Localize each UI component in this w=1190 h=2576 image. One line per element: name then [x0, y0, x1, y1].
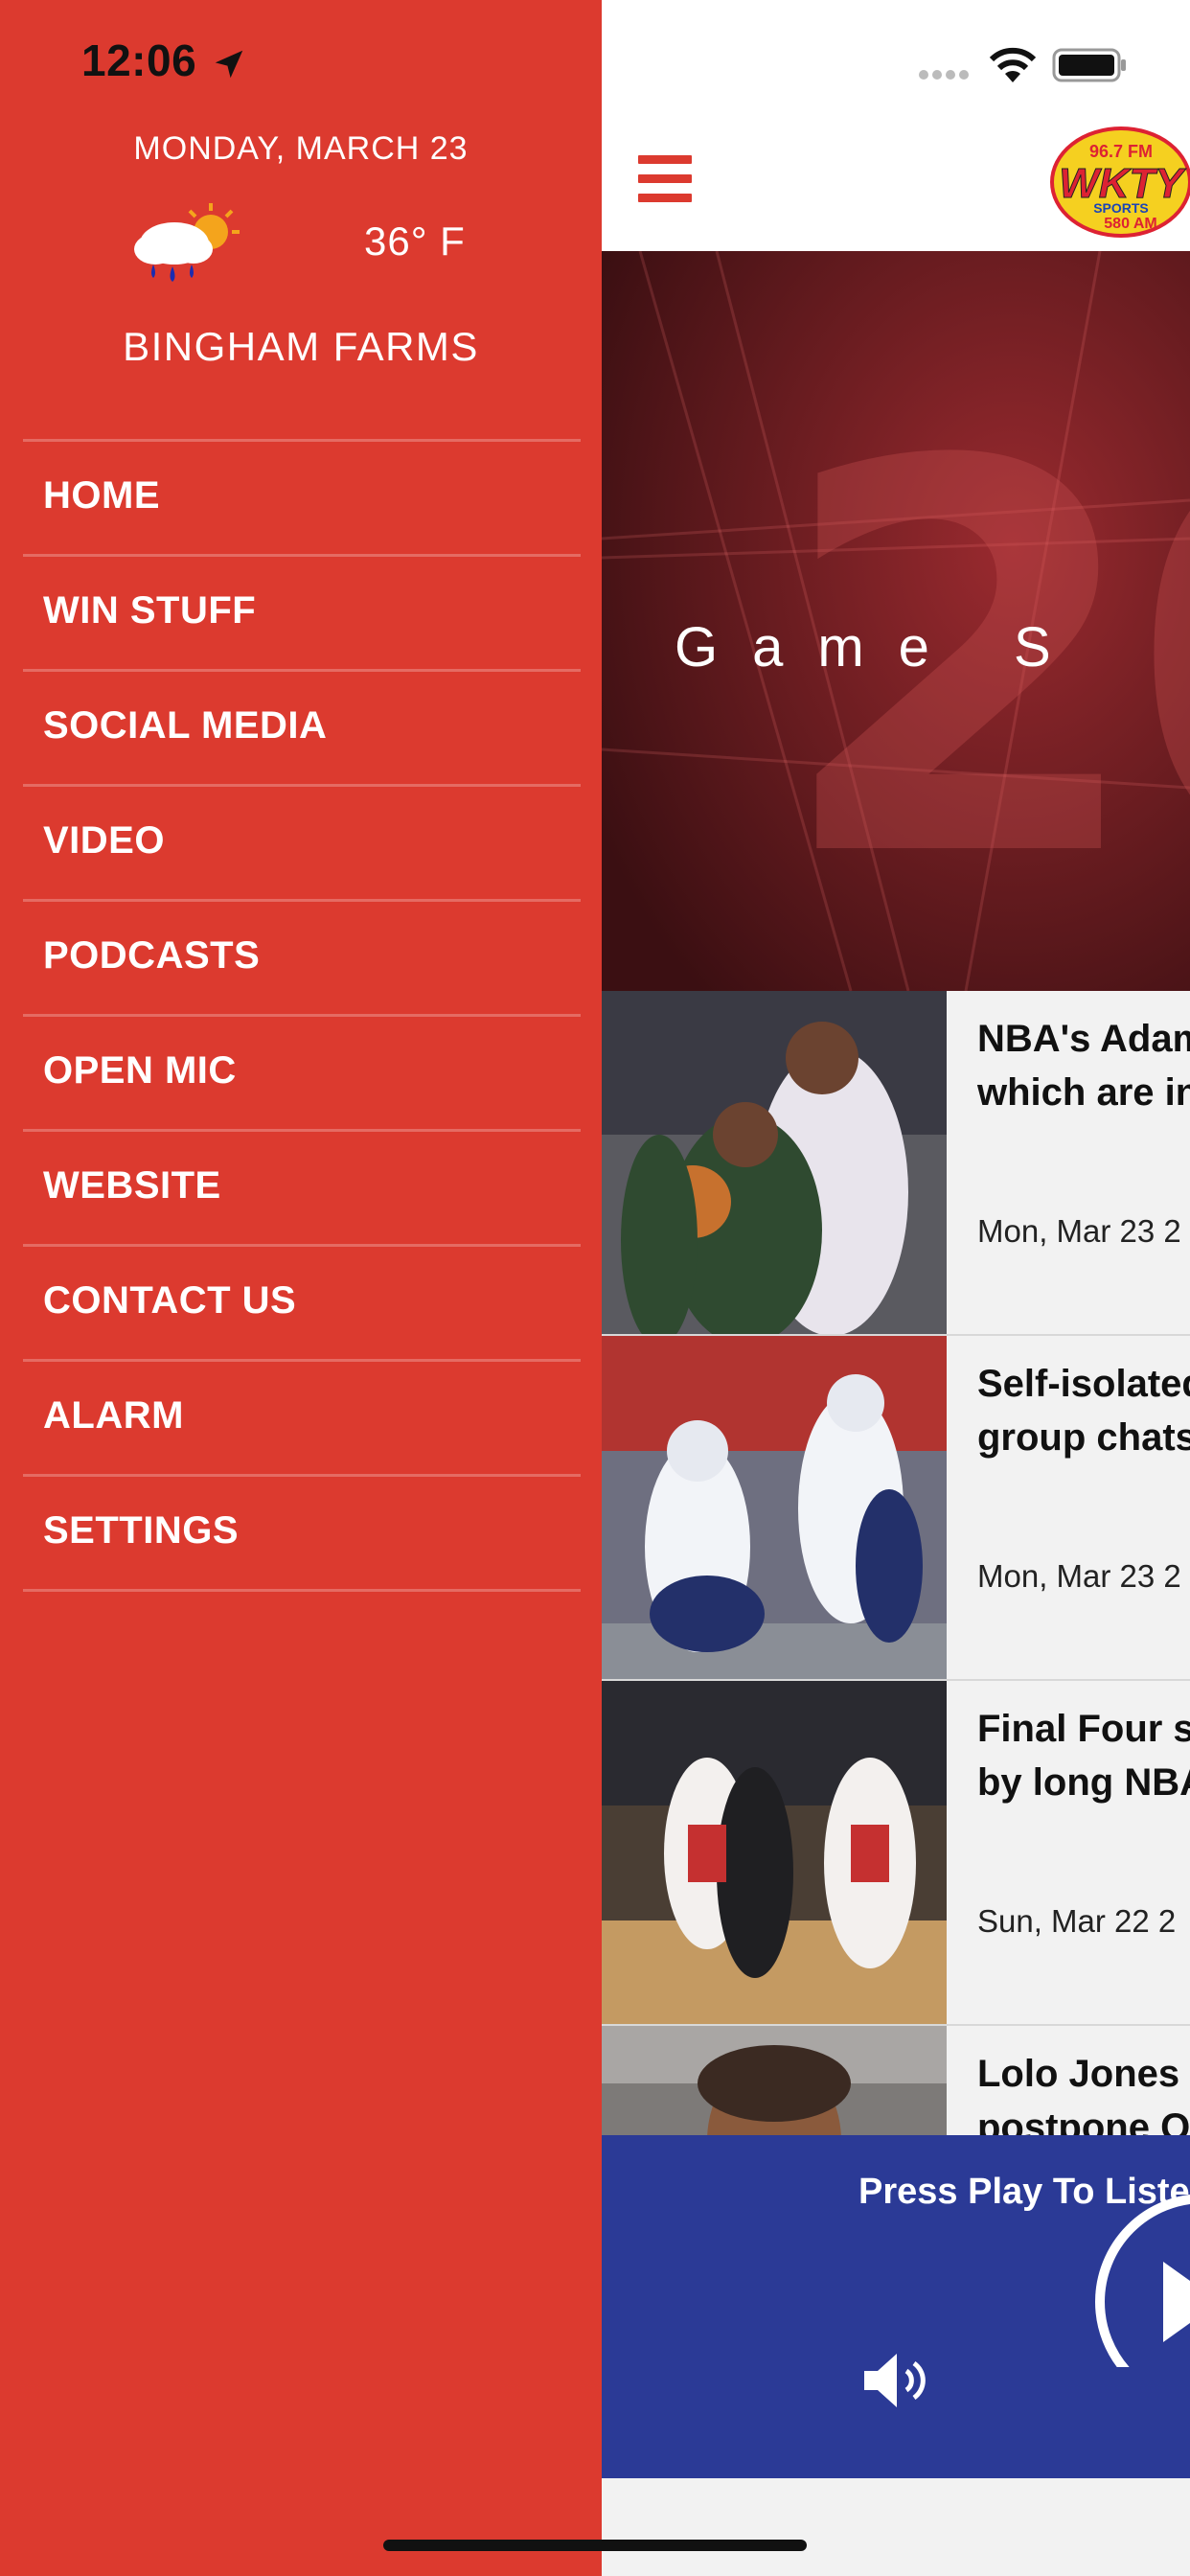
menu-item-open-mic[interactable]: OPEN MIC	[23, 1017, 581, 1129]
status-bar-right	[602, 0, 1190, 125]
navigation-drawer: 12:06 MONDAY, MARCH 23 36° F BINGHAM FAR…	[0, 0, 602, 2576]
story-thumbnail-image	[602, 2026, 947, 2135]
rain-sun-icon	[134, 203, 240, 282]
menu-item-label: ALARM	[43, 1394, 184, 1437]
story-thumbnail-image	[602, 1681, 947, 2024]
menu-item-contact-us[interactable]: CONTACT US	[23, 1247, 581, 1359]
story-title: NBA's Adam which are in	[977, 1018, 1190, 1114]
news-story[interactable]: Final Four s by long NBA Sun, Mar 22 2	[602, 1681, 1190, 2026]
logo-top-text: 96.7 FM	[1089, 142, 1153, 161]
wifi-icon	[989, 47, 1037, 82]
menu-item-video[interactable]: VIDEO	[23, 787, 581, 899]
menu-item-label: SETTINGS	[43, 1509, 240, 1552]
audio-player: Press Play To Listen	[602, 2135, 1190, 2478]
signal-dots-icon	[919, 70, 969, 80]
temperature: 36° F	[364, 218, 466, 264]
logo-bottom-text: 580 AM	[1104, 216, 1156, 232]
story-date: Mon, Mar 23 2	[977, 1213, 1181, 1249]
weather-date: MONDAY, MARCH 23	[133, 130, 469, 167]
story-title: Lolo Jones postpone O	[977, 2053, 1190, 2135]
menu-item-label: PODCASTS	[43, 934, 261, 977]
story-title: Final Four s by long NBA	[977, 1708, 1190, 1804]
menu-item-settings[interactable]: SETTINGS	[23, 1477, 581, 1589]
story-thumbnail-image	[602, 991, 947, 1334]
story-date: Mon, Mar 23 2	[977, 1558, 1181, 1594]
battery-icon	[1052, 48, 1126, 82]
story-title: Self-isolated group chats	[977, 1363, 1190, 1459]
location-arrow-icon	[215, 50, 243, 79]
home-indicator[interactable]	[383, 2540, 807, 2551]
menu-item-label: VIDEO	[43, 819, 165, 862]
menu-item-home[interactable]: HOME	[23, 442, 581, 554]
menu-item-social-media[interactable]: SOCIAL MEDIA	[23, 672, 581, 784]
menu-item-podcasts[interactable]: PODCASTS	[23, 902, 581, 1014]
menu-item-label: WIN STUFF	[43, 589, 257, 632]
menu-item-label: WEBSITE	[43, 1164, 221, 1207]
station-logo[interactable]: 96.7 FM WKTY SPORTS 580 AM	[1035, 125, 1190, 249]
story-thumbnail-image	[602, 1336, 947, 1679]
main-content: 96.7 FM WKTY SPORTS 580 AM 20 Game S	[602, 0, 1190, 2576]
menu-divider	[23, 1589, 581, 1592]
menu-item-win-stuff[interactable]: WIN STUFF	[23, 557, 581, 669]
menu-item-alarm[interactable]: ALARM	[23, 1362, 581, 1474]
menu-item-label: CONTACT US	[43, 1279, 297, 1322]
news-story[interactable]: NBA's Adam which are in Mon, Mar 23 2	[602, 991, 1190, 1336]
hero-caption: Game S	[675, 616, 1086, 678]
hero-banner[interactable]: 20 Game S	[602, 251, 1190, 991]
play-button[interactable]	[1088, 2137, 1190, 2367]
weather-location: BINGHAM FARMS	[123, 324, 479, 369]
menu-item-label: HOME	[43, 474, 160, 517]
menu-hamburger-icon[interactable]	[638, 155, 692, 213]
menu-item-website[interactable]: WEBSITE	[23, 1132, 581, 1244]
status-time: 12:06	[81, 35, 197, 85]
app-header: 96.7 FM WKTY SPORTS 580 AM	[602, 125, 1190, 251]
story-date: Sun, Mar 22 2	[977, 1903, 1177, 1939]
logo-mid-text: SPORTS	[1093, 200, 1149, 216]
news-story[interactable]: Self-isolated group chats Mon, Mar 23 2	[602, 1336, 1190, 1681]
bottom-area	[602, 2478, 1190, 2576]
news-story[interactable]: Lolo Jones postpone O	[602, 2026, 1190, 2135]
menu-item-label: SOCIAL MEDIA	[43, 704, 328, 747]
volume-icon[interactable]	[858, 2346, 927, 2415]
menu-item-label: OPEN MIC	[43, 1049, 237, 1092]
